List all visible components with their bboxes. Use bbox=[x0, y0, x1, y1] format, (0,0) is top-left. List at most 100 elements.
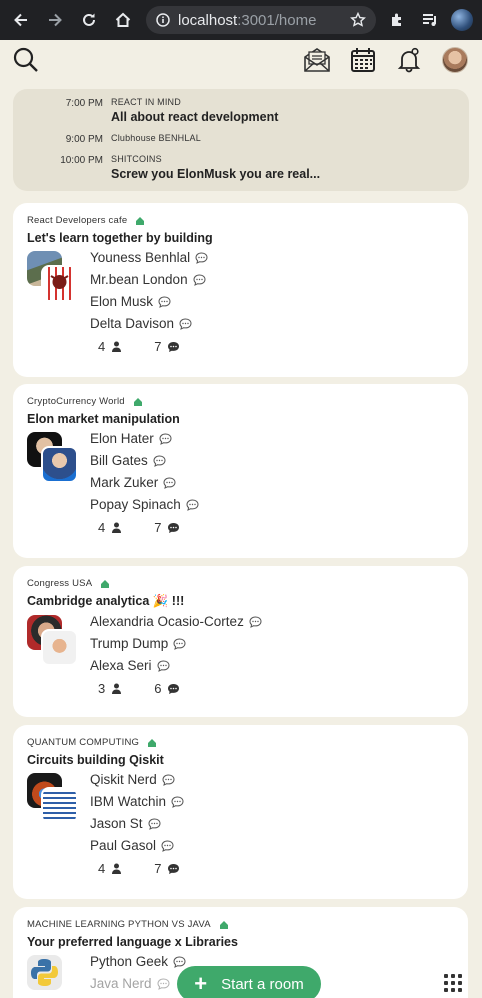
bell-icon[interactable] bbox=[394, 45, 424, 75]
speaker-name[interactable]: Delta Davison bbox=[90, 313, 454, 335]
speaker-label: Python Geek bbox=[90, 954, 169, 969]
upcoming-schedule[interactable]: 7:00 PM REACT IN MIND All about react de… bbox=[13, 89, 469, 191]
speaker-name[interactable]: Paul Gasol bbox=[90, 835, 454, 857]
house-icon bbox=[219, 920, 228, 929]
address-bar[interactable]: localhost:3001/home bbox=[146, 6, 376, 34]
calendar-icon[interactable] bbox=[348, 45, 378, 75]
speaker-name[interactable]: Alexa Seri bbox=[90, 655, 454, 677]
house-icon bbox=[148, 738, 157, 747]
speaker-name[interactable]: Youness Benhlal bbox=[90, 247, 454, 269]
chat-bubble-icon bbox=[168, 341, 180, 352]
reload-icon[interactable] bbox=[74, 5, 104, 35]
speaker-name[interactable]: Popay Spinach bbox=[90, 494, 454, 516]
chat-icon bbox=[171, 796, 184, 808]
envelope-icon[interactable] bbox=[302, 45, 332, 75]
url-host: localhost bbox=[178, 11, 238, 29]
house-icon bbox=[133, 397, 142, 406]
speaker-label: Mr.bean London bbox=[90, 272, 188, 287]
room-club-name: MACHINE LEARNING PYTHON VS JAVA bbox=[27, 919, 211, 930]
person-icon bbox=[112, 683, 122, 694]
listener-count: 4 bbox=[98, 861, 106, 876]
speaker-avatars bbox=[27, 769, 90, 825]
forward-icon[interactable] bbox=[40, 5, 70, 35]
speaker-name[interactable]: Jason St bbox=[90, 813, 454, 835]
app-header bbox=[0, 40, 482, 80]
speaker-avatars bbox=[27, 611, 90, 667]
schedule-time: 10:00 PM bbox=[60, 155, 103, 166]
chat-icon bbox=[186, 499, 199, 511]
chat-icon bbox=[193, 274, 206, 286]
chat-bubble-icon bbox=[168, 683, 180, 694]
avatar[interactable] bbox=[440, 45, 470, 75]
speaker-name[interactable]: Mr.bean London bbox=[90, 269, 454, 291]
person-icon bbox=[112, 522, 122, 533]
room-club-name: QUANTUM COMPUTING bbox=[27, 737, 140, 748]
speaker-avatars bbox=[27, 247, 90, 303]
speaker-avatars bbox=[27, 428, 90, 484]
star-icon[interactable] bbox=[350, 12, 366, 28]
chat-icon bbox=[159, 433, 172, 445]
room-club-name: React Developers cafe bbox=[27, 215, 128, 226]
speaker-name[interactable]: Qiskit Nerd bbox=[90, 769, 454, 791]
room-title: Your preferred language x Libraries bbox=[27, 935, 238, 949]
schedule-club: REACT IN MIND bbox=[111, 97, 181, 107]
back-icon[interactable] bbox=[6, 5, 36, 35]
listener-count: 4 bbox=[98, 339, 106, 354]
message-count: 7 bbox=[154, 339, 162, 354]
speaker-label: Elon Hater bbox=[90, 431, 154, 446]
speaker-label: Jason St bbox=[90, 816, 143, 831]
grid-icon[interactable] bbox=[444, 974, 462, 992]
speaker-label: Paul Gasol bbox=[90, 838, 157, 853]
start-room-button[interactable]: + Start a room bbox=[177, 966, 321, 998]
speaker-name[interactable]: Alexandria Ocasio-Cortez bbox=[90, 611, 454, 633]
person-icon bbox=[112, 863, 122, 874]
chat-bubble-icon bbox=[168, 863, 180, 874]
home-icon[interactable] bbox=[108, 5, 138, 35]
speaker-name[interactable]: Elon Hater bbox=[90, 428, 454, 450]
search-icon[interactable] bbox=[12, 46, 40, 74]
info-icon[interactable] bbox=[156, 13, 170, 27]
room-club-name: Congress USA bbox=[27, 578, 93, 589]
schedule-item[interactable]: 9:00 PM Clubhouse BENHLAL bbox=[27, 133, 455, 145]
schedule-time: 7:00 PM bbox=[65, 98, 103, 109]
chat-icon bbox=[157, 660, 170, 672]
speaker-name[interactable]: IBM Watchin bbox=[90, 791, 454, 813]
media-playlist-icon[interactable] bbox=[416, 6, 444, 34]
url-text[interactable]: localhost:3001/home bbox=[178, 12, 342, 29]
chat-icon bbox=[179, 318, 192, 330]
extensions-icon[interactable] bbox=[384, 6, 412, 34]
speaker-label: Elon Musk bbox=[90, 294, 154, 309]
schedule-item[interactable]: 7:00 PM REACT IN MIND All about react de… bbox=[27, 97, 455, 124]
speaker-avatars bbox=[27, 951, 90, 998]
room-card[interactable]: CryptoCurrency World Elon market manipul… bbox=[13, 384, 468, 558]
room-stats: 4 7 bbox=[90, 861, 454, 876]
message-count: 7 bbox=[154, 520, 162, 535]
message-count: 7 bbox=[154, 861, 162, 876]
room-title: Let's learn together by building bbox=[27, 231, 213, 245]
schedule-title: All about react development bbox=[111, 110, 279, 124]
listener-count: 3 bbox=[98, 681, 106, 696]
schedule-club: SHITCOINS bbox=[111, 154, 162, 164]
browser-toolbar: localhost:3001/home bbox=[0, 0, 482, 40]
chat-icon bbox=[173, 956, 186, 968]
schedule-title: Screw you ElonMusk you are real... bbox=[111, 167, 321, 181]
avatar bbox=[41, 629, 78, 666]
python-logo-icon bbox=[27, 955, 62, 990]
speaker-name[interactable]: Mark Zuker bbox=[90, 472, 454, 494]
room-title: Cambridge analytica 🎉 !!! bbox=[27, 594, 185, 608]
listener-count: 4 bbox=[98, 520, 106, 535]
room-club-name: CryptoCurrency World bbox=[27, 396, 125, 407]
speaker-name[interactable]: Trump Dump bbox=[90, 633, 454, 655]
message-count: 6 bbox=[154, 681, 162, 696]
room-stats: 4 7 bbox=[90, 339, 454, 354]
house-icon bbox=[101, 579, 110, 588]
profile-avatar-icon[interactable] bbox=[448, 6, 476, 34]
schedule-item[interactable]: 10:00 PM SHITCOINS Screw you ElonMusk yo… bbox=[27, 154, 455, 181]
start-room-label: Start a room bbox=[221, 975, 304, 993]
speaker-label: Trump Dump bbox=[90, 636, 169, 651]
room-card[interactable]: React Developers cafe Let's learn togeth… bbox=[13, 203, 468, 377]
room-card[interactable]: Congress USA Cambridge analytica 🎉 !!! A… bbox=[13, 566, 468, 717]
room-card[interactable]: QUANTUM COMPUTING Circuits building Qisk… bbox=[13, 725, 468, 899]
speaker-name[interactable]: Bill Gates bbox=[90, 450, 454, 472]
speaker-name[interactable]: Elon Musk bbox=[90, 291, 454, 313]
